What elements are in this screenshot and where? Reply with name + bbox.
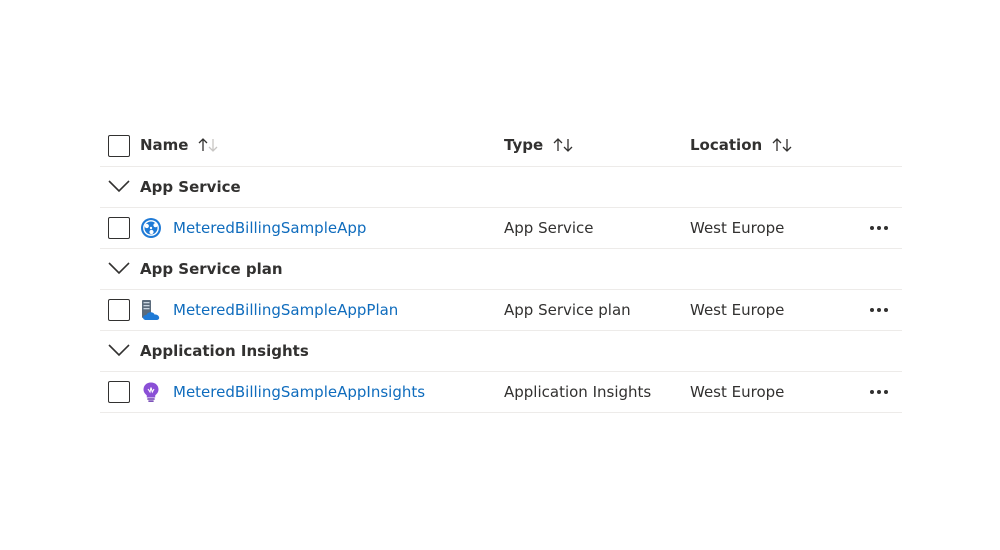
chevron-down-icon[interactable] xyxy=(108,179,130,193)
sort-location-icon[interactable] xyxy=(772,137,794,153)
more-options-icon[interactable] xyxy=(870,208,891,248)
select-all-checkbox[interactable] xyxy=(108,135,130,157)
row-checkbox[interactable] xyxy=(108,299,130,321)
more-options-icon[interactable] xyxy=(870,372,891,412)
application-insights-icon xyxy=(143,382,159,402)
resource-link[interactable]: MeteredBillingSampleApp xyxy=(173,208,366,248)
row-checkbox[interactable] xyxy=(108,217,130,239)
app-service-plan-icon xyxy=(142,300,160,320)
resource-table: Name Type Location App Service MeteredBi… xyxy=(100,124,902,413)
resource-location: West Europe xyxy=(690,219,785,237)
group-label: App Service plan xyxy=(140,260,283,278)
sort-type-icon[interactable] xyxy=(553,137,575,153)
column-header-name-label: Name xyxy=(140,136,189,154)
resource-type: App Service plan xyxy=(504,301,631,319)
table-row: MeteredBillingSampleApp App Service West… xyxy=(100,208,902,249)
table-row: MeteredBillingSampleAppPlan App Service … xyxy=(100,290,902,331)
resource-type: App Service xyxy=(504,219,594,237)
table-header-row: Name Type Location xyxy=(100,124,902,167)
chevron-down-icon[interactable] xyxy=(108,343,130,357)
resource-location: West Europe xyxy=(690,301,785,319)
app-service-icon xyxy=(141,218,161,238)
group-header-app-service: App Service xyxy=(100,167,902,208)
group-label: App Service xyxy=(140,178,241,196)
table-row: MeteredBillingSampleAppInsights Applicat… xyxy=(100,372,902,413)
resource-type: Application Insights xyxy=(504,383,652,401)
group-header-app-service-plan: App Service plan xyxy=(100,249,902,290)
column-header-name[interactable]: Name xyxy=(140,124,220,166)
resource-link[interactable]: MeteredBillingSampleAppInsights xyxy=(173,372,425,412)
sort-name-icon[interactable] xyxy=(198,137,220,153)
row-checkbox[interactable] xyxy=(108,381,130,403)
more-options-icon[interactable] xyxy=(870,290,891,330)
chevron-down-icon[interactable] xyxy=(108,261,130,275)
group-label: Application Insights xyxy=(140,342,309,360)
column-header-location[interactable]: Location xyxy=(690,124,794,166)
column-header-type[interactable]: Type xyxy=(504,124,575,166)
resource-link[interactable]: MeteredBillingSampleAppPlan xyxy=(173,290,398,330)
group-header-application-insights: Application Insights xyxy=(100,331,902,372)
column-header-location-label: Location xyxy=(690,136,763,154)
resource-location: West Europe xyxy=(690,383,785,401)
column-header-type-label: Type xyxy=(504,136,544,154)
